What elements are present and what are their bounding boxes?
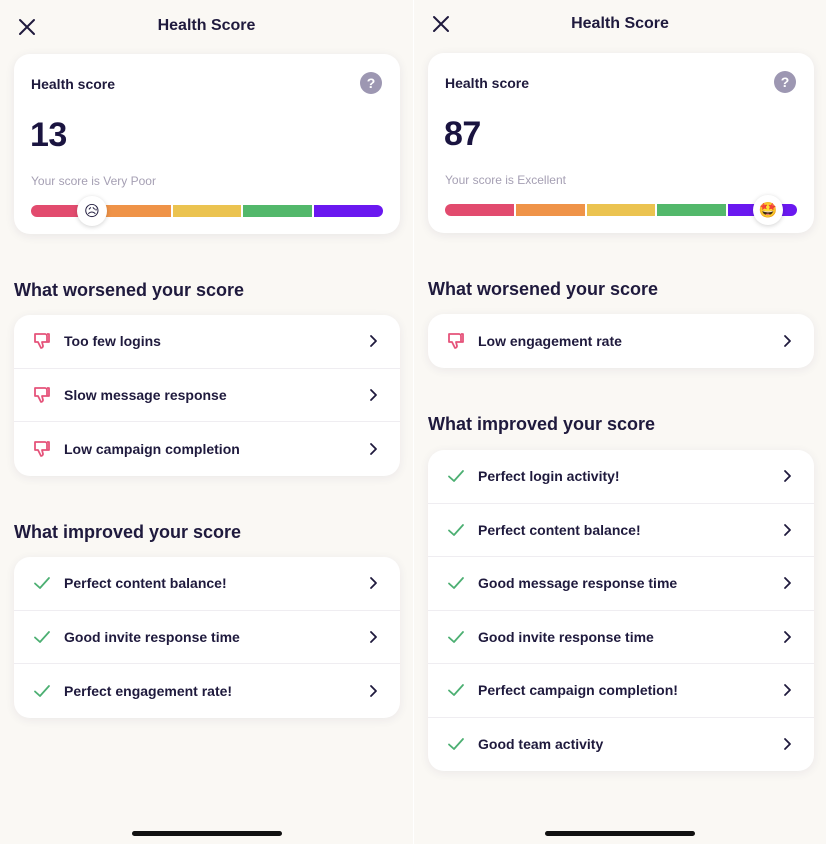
worsened-item[interactable]: Slow message response <box>14 369 400 422</box>
worsened-item[interactable]: Too few logins <box>14 315 400 369</box>
improved-item-label: Good invite response time <box>64 628 240 645</box>
check-icon <box>31 680 53 702</box>
health-score-card: Health score ? 13 Your score is Very Poo… <box>14 54 400 234</box>
top-bar: Health Score <box>0 2 413 52</box>
check-icon <box>445 733 467 755</box>
score-card-label: Health score <box>445 75 530 91</box>
check-icon <box>445 465 467 487</box>
worsened-list: Low engagement rate <box>428 314 814 368</box>
chevron-right-icon <box>370 577 377 590</box>
worsened-list: Too few logins Slow message response Low… <box>14 315 400 476</box>
score-bar-segment-excellent <box>314 205 383 217</box>
screen-excellent: Health Score Health score ? 87 Your scor… <box>414 0 826 844</box>
score-marker-emoji-icon: 🤩 <box>753 195 783 225</box>
check-icon <box>445 519 467 541</box>
score-bar-segment-good <box>243 205 313 217</box>
improved-item[interactable]: Perfect login activity! <box>428 450 814 504</box>
chevron-right-icon <box>370 388 377 401</box>
score-status-text: Your score is Excellent <box>445 173 566 187</box>
check-icon <box>31 626 53 648</box>
improved-item[interactable]: Perfect content balance! <box>428 504 814 557</box>
improved-item[interactable]: Good invite response time <box>428 611 814 664</box>
chevron-right-icon <box>784 684 791 697</box>
improved-list: Perfect login activity! Perfect content … <box>428 450 814 771</box>
chevron-right-icon <box>370 684 377 697</box>
chevron-right-icon <box>370 335 377 348</box>
thumbs-down-icon <box>31 330 53 352</box>
worsened-item[interactable]: Low engagement rate <box>428 314 814 368</box>
worsened-item-label: Too few logins <box>64 333 161 350</box>
worsened-item-label: Slow message response <box>64 386 227 403</box>
chevron-right-icon <box>370 442 377 455</box>
screen-very-poor: Health Score Health score ? 13 Your scor… <box>0 0 413 844</box>
improved-item-label: Perfect content balance! <box>64 575 227 592</box>
improved-item-label: Good team activity <box>478 736 604 753</box>
screen-title: Health Score <box>157 17 256 34</box>
score-bar-segment-fair <box>172 205 242 217</box>
thumbs-down-icon <box>31 438 53 460</box>
worsened-item-label: Low campaign completion <box>64 440 240 457</box>
help-icon[interactable]: ? <box>774 71 796 93</box>
score-marker-emoji-icon: 😥 <box>77 196 107 226</box>
health-score-card: Health score ? 87 Your score is Excellen… <box>428 53 814 233</box>
improved-item[interactable]: Good team activity <box>428 718 814 772</box>
improved-item[interactable]: Good invite response time <box>14 611 400 664</box>
worsened-section-title: What worsened your score <box>14 280 245 300</box>
improved-item-label: Perfect campaign completion! <box>478 682 678 699</box>
improved-item[interactable]: Perfect engagement rate! <box>14 664 400 718</box>
score-bar-segment-good <box>657 204 727 216</box>
improved-item-label: Good invite response time <box>478 628 654 645</box>
home-indicator[interactable] <box>131 831 282 836</box>
worsened-item-label: Low engagement rate <box>478 332 622 349</box>
improved-item-label: Perfect login activity! <box>478 468 620 485</box>
chevron-right-icon <box>784 334 791 347</box>
score-card-label: Health score <box>31 76 116 92</box>
improved-item-label: Perfect content balance! <box>478 521 641 538</box>
improved-item[interactable]: Perfect campaign completion! <box>428 664 814 718</box>
score-bar-segment-poor <box>101 205 171 217</box>
score-value: 13 <box>30 116 67 154</box>
chevron-right-icon <box>370 630 377 643</box>
help-icon[interactable]: ? <box>360 72 382 94</box>
score-status-text: Your score is Very Poor <box>31 174 156 188</box>
worsened-section-title: What worsened your score <box>428 279 659 299</box>
chevron-right-icon <box>784 630 791 643</box>
score-value: 87 <box>444 115 481 153</box>
chevron-right-icon <box>784 470 791 483</box>
improved-section-title: What improved your score <box>14 522 242 542</box>
check-icon <box>445 626 467 648</box>
home-indicator[interactable] <box>545 831 695 836</box>
thumbs-down-icon <box>445 330 467 352</box>
chevron-right-icon <box>784 577 791 590</box>
worsened-item[interactable]: Low campaign completion <box>14 422 400 476</box>
thumbs-down-icon <box>31 384 53 406</box>
score-bar <box>445 204 797 216</box>
check-icon <box>31 572 53 594</box>
improved-item-label: Perfect engagement rate! <box>64 682 233 699</box>
chevron-right-icon <box>784 738 791 751</box>
improved-item[interactable]: Perfect content balance! <box>14 557 400 611</box>
improved-item[interactable]: Good message response time <box>428 557 814 611</box>
top-bar: Health Score <box>414 0 826 50</box>
score-bar-segment-fair <box>586 204 656 216</box>
check-icon <box>445 679 467 701</box>
screen-title: Health Score <box>571 15 669 32</box>
chevron-right-icon <box>784 523 791 536</box>
check-icon <box>445 572 467 594</box>
improved-item-label: Good message response time <box>478 575 678 592</box>
improved-section-title: What improved your score <box>428 414 656 434</box>
improved-list: Perfect content balance! Good invite res… <box>14 557 400 718</box>
score-bar-segment-very-poor <box>445 204 514 216</box>
score-bar-segment-poor <box>515 204 585 216</box>
